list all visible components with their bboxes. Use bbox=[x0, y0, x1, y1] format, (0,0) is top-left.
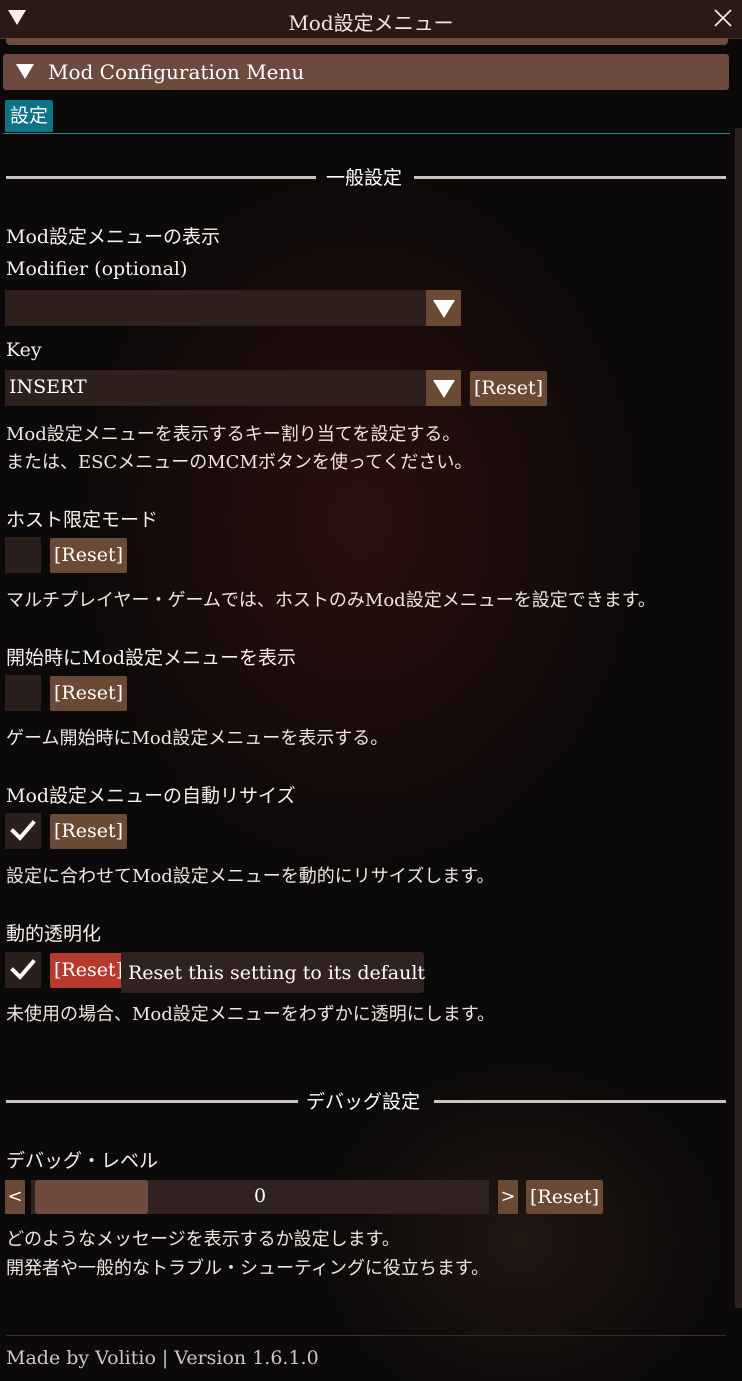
key-label: Key bbox=[6, 339, 42, 361]
window-titlebar: Mod設定メニュー bbox=[0, 0, 742, 39]
tab-underline bbox=[3, 133, 730, 134]
modifier-label: Modifier (optional) bbox=[6, 258, 188, 280]
vertical-scrollbar[interactable] bbox=[735, 128, 742, 1308]
collapse-triangle-icon bbox=[16, 64, 34, 79]
footer-divider bbox=[6, 1335, 726, 1336]
window-title: Mod設定メニュー bbox=[288, 11, 454, 35]
key-dropdown[interactable]: INSERT bbox=[5, 370, 461, 406]
close-icon[interactable] bbox=[712, 7, 734, 29]
debug-level-value: 0 bbox=[253, 1185, 267, 1207]
setting-desc-debug-level-2: 開発者や一般的なトラブル・シューティングに役立ちます。 bbox=[6, 1258, 490, 1279]
auto-resize-checkbox[interactable] bbox=[5, 813, 41, 849]
show-on-start-checkbox[interactable] bbox=[5, 675, 41, 711]
setting-title-show-on-start: 開始時にMod設定メニューを表示 bbox=[6, 647, 297, 669]
config-menu-header[interactable]: Mod Configuration Menu bbox=[3, 54, 729, 90]
checkmark-icon bbox=[10, 820, 36, 841]
setting-title-menu-key: Mod設定メニューの表示 bbox=[6, 226, 221, 248]
debug-level-increment-button[interactable]: > bbox=[498, 1180, 518, 1214]
dropdown-arrow-icon[interactable] bbox=[426, 290, 461, 326]
setting-title-auto-resize: Mod設定メニューの自動リサイズ bbox=[6, 785, 296, 807]
reset-button-debug-level[interactable]: [Reset] bbox=[526, 1180, 604, 1214]
setting-title-debug-level: デバッグ・レベル bbox=[6, 1150, 159, 1172]
horizontal-scrollbar[interactable] bbox=[6, 38, 728, 45]
tab-settings[interactable]: 設定 bbox=[5, 100, 54, 132]
host-only-checkbox[interactable] bbox=[5, 537, 41, 573]
setting-title-host-only: ホスト限定モード bbox=[6, 509, 159, 531]
checkmark-icon bbox=[10, 959, 36, 980]
reset-button-show-on-start[interactable]: [Reset] bbox=[50, 676, 128, 711]
config-menu-header-label: Mod Configuration Menu bbox=[48, 60, 305, 84]
reset-button-auto-resize[interactable]: [Reset] bbox=[50, 814, 128, 849]
reset-tooltip: Reset this setting to its default bbox=[121, 952, 425, 993]
setting-title-dynamic-transparency: 動的透明化 bbox=[6, 923, 102, 945]
setting-desc-dynamic-transparency: 未使用の場合、Mod設定メニューをわずかに透明にします。 bbox=[6, 1004, 495, 1025]
reset-button-dynamic-transparency[interactable]: [Reset] bbox=[50, 953, 128, 988]
setting-desc-auto-resize: 設定に合わせてMod設定メニューを動的にリサイズします。 bbox=[6, 866, 495, 887]
footer-text: Made by Volitio | Version 1.6.1.0 bbox=[6, 1347, 319, 1369]
setting-desc-menu-key-2: または、ESCメニューのMCMボタンを使ってください。 bbox=[6, 452, 473, 473]
setting-desc-host-only: マルチプレイヤー・ゲームでは、ホストのみMod設定メニューを設定できます。 bbox=[6, 590, 656, 611]
dynamic-transparency-checkbox[interactable] bbox=[5, 952, 41, 988]
setting-desc-show-on-start: ゲーム開始時にMod設定メニューを表示する。 bbox=[6, 728, 389, 749]
reset-button-host-only[interactable]: [Reset] bbox=[50, 538, 128, 573]
setting-desc-menu-key-1: Mod設定メニューを表示するキー割り当てを設定する。 bbox=[6, 424, 461, 445]
reset-button-menu-key[interactable]: [Reset] bbox=[470, 371, 548, 406]
section-title-general: 一般設定 bbox=[326, 167, 403, 189]
dropdown-arrow-icon[interactable] bbox=[426, 370, 461, 406]
setting-desc-debug-level-1: どのようなメッセージを表示するか設定します。 bbox=[6, 1229, 400, 1250]
modifier-dropdown[interactable] bbox=[5, 290, 461, 326]
section-separator-general: 一般設定 bbox=[6, 167, 726, 189]
debug-level-slider[interactable]: 0 bbox=[31, 1180, 489, 1214]
section-title-debug: デバッグ設定 bbox=[306, 1091, 421, 1113]
debug-level-decrement-button[interactable]: < bbox=[5, 1180, 25, 1214]
section-separator-debug: デバッグ設定 bbox=[6, 1091, 726, 1113]
key-value: INSERT bbox=[9, 376, 87, 398]
